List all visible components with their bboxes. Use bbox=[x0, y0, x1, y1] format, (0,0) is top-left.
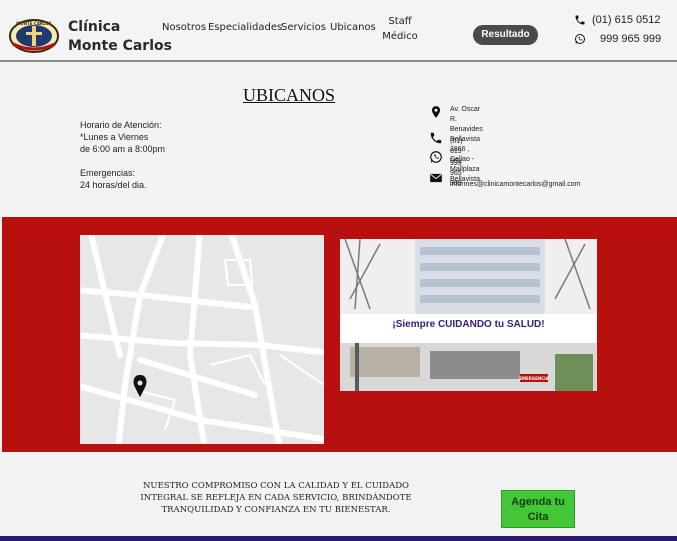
clinic-building-image: EMERGENCIA bbox=[340, 239, 597, 391]
brand-line-2: Monte Carlos bbox=[68, 38, 172, 54]
staff-line-1: Staff bbox=[388, 16, 412, 27]
header-phone-number: (01) 615 0512 bbox=[592, 14, 661, 26]
whatsapp-icon bbox=[430, 151, 442, 163]
bottom-bar bbox=[0, 536, 677, 541]
map-pin-icon bbox=[431, 106, 441, 118]
nav-servicios[interactable]: Servicios bbox=[281, 22, 326, 33]
nav-staff-medico[interactable]: Staff Médico bbox=[382, 14, 418, 44]
emergency-value: 24 horas/del dia. bbox=[80, 180, 147, 190]
staff-line-2: Médico bbox=[382, 31, 418, 42]
emergency-sign: EMERGENCIA bbox=[519, 376, 549, 381]
contact-email[interactable]: informes@clinicamontecarlos@gmail.com bbox=[429, 171, 581, 190]
agenda-cita-button[interactable]: Agenda tu Cita bbox=[501, 490, 575, 528]
map-streets bbox=[80, 235, 324, 444]
commitment-line-3: TRANQUILIDAD Y CONFIANZA EN TU BIENESTAR… bbox=[161, 505, 391, 515]
location-map[interactable] bbox=[80, 235, 324, 444]
header-whatsapp[interactable]: 999 965 999 bbox=[574, 33, 661, 45]
slogan: ¡Siempre CUIDANDO tu SALUD! bbox=[392, 319, 545, 330]
resultado-button[interactable]: Resultado bbox=[473, 25, 538, 45]
hours-days: *Lunes a Viernes bbox=[80, 132, 149, 142]
cta-line-2: Cita bbox=[527, 511, 549, 523]
site-header: MONTE CARLOS Clínica Monte Carlos Nosotr… bbox=[0, 0, 677, 62]
brand-line-1: Clínica bbox=[68, 19, 121, 35]
office-hours: Horario de Atención: *Lunes a Viernes de… bbox=[80, 119, 165, 191]
clinic-photo: EMERGENCIA ¡Siempre CUIDANDO tu SALUD! bbox=[340, 239, 597, 391]
logo-text: MONTE CARLOS bbox=[16, 21, 52, 26]
brand-name[interactable]: Clínica Monte Carlos bbox=[68, 18, 172, 56]
clinic-logo[interactable]: MONTE CARLOS bbox=[8, 18, 60, 54]
header-whatsapp-number: 999 965 999 bbox=[600, 33, 662, 45]
page-title: UBICANOS bbox=[243, 85, 336, 105]
commitment-line-2: INTEGRAL SE REFLEJA EN CADA SERVICIO, BR… bbox=[140, 493, 412, 503]
mail-icon bbox=[430, 173, 442, 183]
phone-icon bbox=[575, 15, 585, 25]
hours-time: de 6:00 am a 8:00pm bbox=[80, 144, 166, 154]
header-phone[interactable]: (01) 615 0512 bbox=[574, 14, 661, 26]
phone-icon bbox=[430, 132, 442, 144]
commitment-line-1: NUESTRO COMPROMISO CON LA CALIDAD Y EL C… bbox=[142, 481, 410, 491]
hours-label: Horario de Atención: bbox=[80, 120, 162, 130]
nav-especialidades[interactable]: Especialidades bbox=[208, 22, 282, 33]
commitment-text: NUESTRO COMPROMISO CON LA CALIDAD Y EL C… bbox=[140, 480, 412, 516]
contact-email-address: informes@clinicamontecarlos@gmail.com bbox=[450, 181, 581, 188]
emergency-label: Emergencias: bbox=[80, 168, 136, 178]
nav-ubicanos[interactable]: Ubicanos bbox=[330, 22, 376, 33]
whatsapp-icon bbox=[575, 34, 585, 44]
cta-line-1: Agenda tu bbox=[511, 496, 565, 508]
nav-nosotros[interactable]: Nosotros bbox=[162, 22, 206, 33]
